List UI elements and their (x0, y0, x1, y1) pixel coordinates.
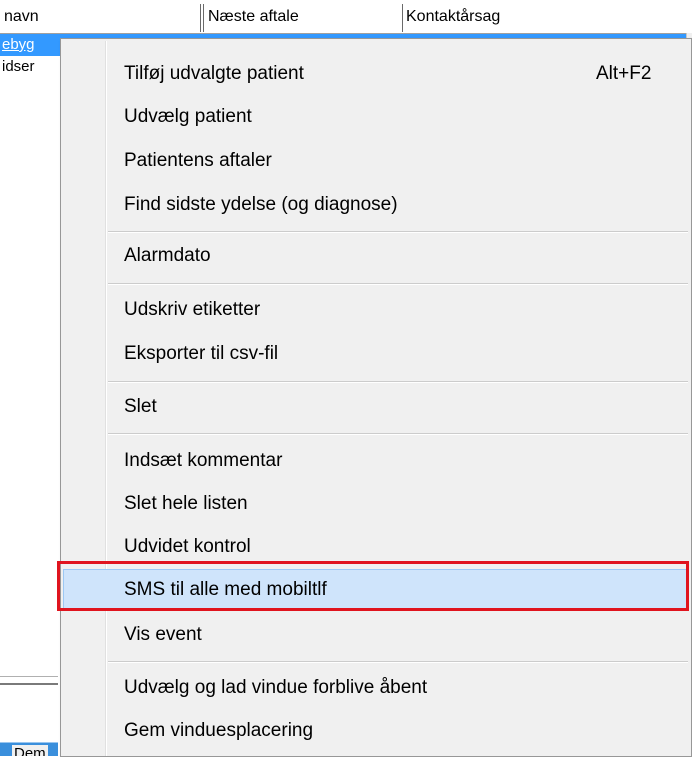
menu-item-udvidet-kontrol[interactable]: Udvidet kontrol (63, 527, 689, 567)
menu-item-slet-hele-listen[interactable]: Slet hele listen (63, 484, 689, 524)
bottom-tab-label: Dem (12, 745, 48, 756)
menu-item-label: Patientens aftaler (124, 150, 272, 171)
menu-item-find-sidste-ydelse[interactable]: Find sidste ydelse (og diagnose) (63, 185, 689, 225)
menu-separator (108, 433, 688, 435)
menu-item-label: Eksporter til csv-fil (124, 343, 279, 364)
menu-item-slet[interactable]: Slet (63, 387, 689, 427)
column-separator[interactable] (200, 4, 201, 32)
column-header-navn[interactable]: navn (4, 0, 194, 32)
menu-item-label: Udvælg patient (124, 106, 252, 127)
menu-item-udskriv-etiketter[interactable]: Udskriv etiketter (63, 290, 689, 330)
menu-item-tilfoej-udvalgte-patient[interactable]: Tilføj udvalgte patient Alt+F2 (63, 54, 689, 94)
menu-item-udvaelg-patient[interactable]: Udvælg patient (63, 97, 689, 137)
menu-item-label: Udskriv etiketter (124, 299, 261, 320)
menu-item-gem-vinduesplacering[interactable]: Gem vinduesplacering (63, 711, 689, 751)
menu-item-indsaet-kommentar[interactable]: Indsæt kommentar (63, 441, 689, 481)
menu-item-label: Udvidet kontrol (124, 536, 251, 557)
menu-item-sms-til-alle[interactable]: SMS til alle med mobiltlf (63, 569, 689, 609)
menu-item-label: Vis event (124, 624, 202, 645)
menu-separator (108, 661, 688, 663)
menu-item-label: Tilføj udvalgte patient (124, 63, 304, 84)
bottom-tab[interactable]: Dem (0, 742, 58, 756)
panel-divider[interactable] (0, 683, 58, 685)
menu-separator (108, 231, 688, 233)
context-menu: Tilføj udvalgte patient Alt+F2 Udvælg pa… (60, 38, 692, 757)
menu-item-label: Indsæt kommentar (124, 450, 283, 471)
menu-item-label: Slet hele listen (124, 493, 248, 514)
menu-item-patientens-aftaler[interactable]: Patientens aftaler (63, 141, 689, 181)
menu-item-label: Slet (124, 396, 157, 417)
menu-item-label: SMS til alle med mobiltlf (124, 579, 327, 600)
menu-item-alarmdato[interactable]: Alarmdato (63, 236, 689, 276)
menu-item-shortcut: Alt+F2 (596, 63, 652, 84)
column-header-kontaktaarsag[interactable]: Kontaktårsag (406, 0, 676, 32)
menu-item-label: Alarmdato (124, 245, 211, 266)
column-separator[interactable] (402, 4, 403, 32)
menu-separator (108, 381, 688, 383)
row-name-cell: ebyg (2, 36, 35, 53)
menu-item-udvaelg-og-lad-vindue-aabent[interactable]: Udvælg og lad vindue forblive åbent (63, 668, 689, 708)
panel-divider (0, 676, 58, 677)
row-name-cell: idser (2, 58, 35, 75)
column-separator[interactable] (203, 4, 204, 32)
menu-item-vis-event[interactable]: Vis event (63, 615, 689, 655)
menu-item-label: Find sidste ydelse (og diagnose) (124, 194, 398, 215)
column-header-naeste-aftale[interactable]: Næste aftale (208, 0, 398, 32)
menu-separator (108, 283, 688, 285)
menu-item-label: Gem vinduesplacering (124, 720, 314, 741)
list-header: navn Næste aftale Kontaktårsag (0, 0, 692, 34)
menu-item-label: Udvælg og lad vindue forblive åbent (124, 677, 428, 698)
menu-item-eksporter-til-csv[interactable]: Eksporter til csv-fil (63, 334, 689, 374)
